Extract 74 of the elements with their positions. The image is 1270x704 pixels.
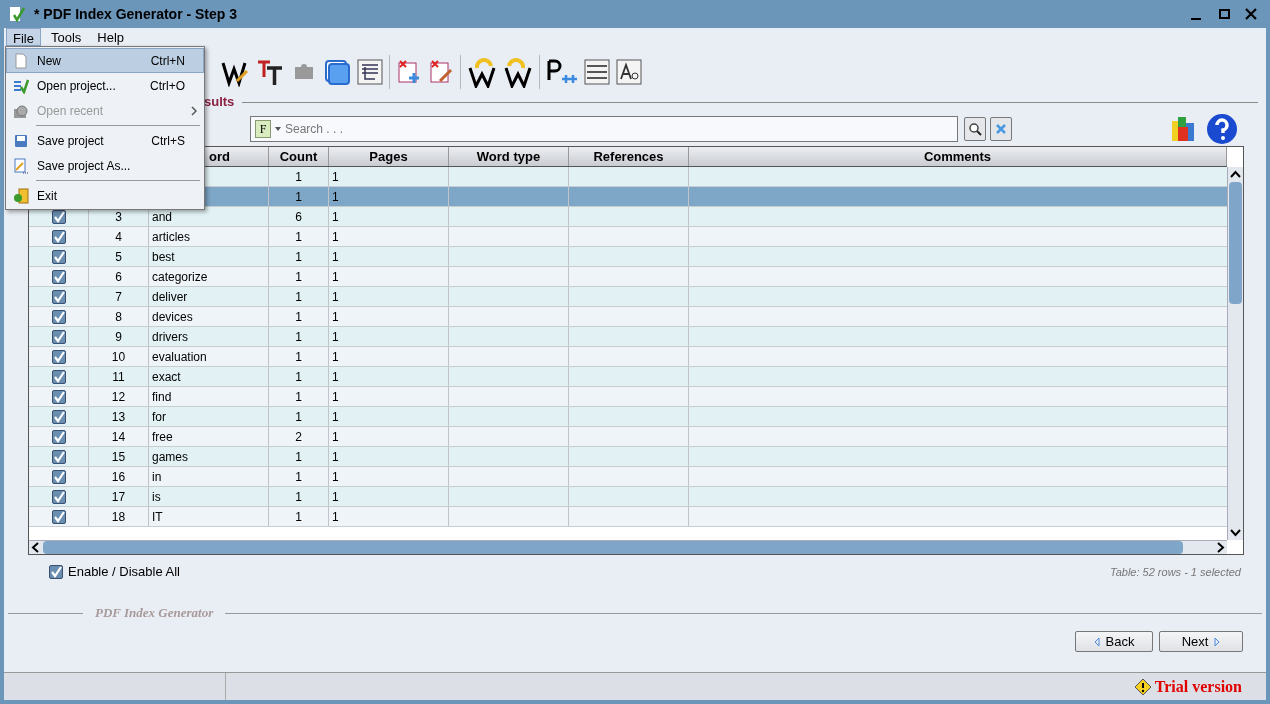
- table-cell-text: 1: [332, 208, 339, 226]
- table-cell-text: 1: [332, 308, 339, 326]
- table-cell-text: 1: [332, 348, 339, 366]
- table-cell-text: 5: [115, 248, 122, 266]
- table-cell-text: 1: [295, 248, 302, 266]
- table-cell-text: 1: [332, 448, 339, 466]
- table-cell-text: 1: [332, 188, 339, 206]
- window-title: * PDF Index Generator - Step 3: [34, 4, 238, 24]
- table-cell-text: exact: [152, 368, 181, 386]
- table-cell-text: is: [152, 488, 161, 506]
- footer-title: PDF Index Generator: [95, 604, 214, 623]
- table-cell-text: deliver: [152, 288, 188, 306]
- table-cell-text: and: [152, 208, 173, 226]
- table-cell-text: 1: [332, 488, 339, 506]
- table-cell-text: 1: [295, 508, 302, 526]
- table-cell-text: free: [152, 428, 173, 446]
- table-cell-text: 10: [111, 348, 126, 366]
- table-cell-text: 4: [115, 228, 122, 246]
- table-cell-text: 6: [115, 268, 122, 286]
- table-cell-text: 1: [332, 508, 339, 526]
- table-cell-text: 1: [332, 368, 339, 386]
- table-cell-text: 1: [332, 228, 339, 246]
- table-cell-text: 17: [111, 488, 126, 506]
- table-cell-text: 1: [332, 168, 339, 186]
- table-cell-text: 1: [332, 388, 339, 406]
- table-cell-text: 1: [295, 488, 302, 506]
- table-cell-text: categorize: [152, 268, 208, 286]
- table-cell-text: 1: [332, 468, 339, 486]
- table-cell-text: 13: [111, 408, 126, 426]
- table-cell-text: 1: [295, 228, 302, 246]
- table-cell-text: drivers: [152, 328, 188, 346]
- table-cell-text: 1: [295, 308, 302, 326]
- table-cell-text: 1: [295, 268, 302, 286]
- trial-version-label: Trial version: [1154, 676, 1242, 697]
- table-cell-text: for: [152, 408, 166, 426]
- table-cell-text: 1: [332, 268, 339, 286]
- table-cell-text: 1: [295, 188, 302, 206]
- table-cell-text: 1: [295, 348, 302, 366]
- table-cell-text: 1: [332, 408, 339, 426]
- table-cell-text: 1: [295, 468, 302, 486]
- table-cell-text: 3: [115, 208, 122, 226]
- table-cell-text: 1: [295, 168, 302, 186]
- table-cell-text: 1: [295, 288, 302, 306]
- table-cell-text: in: [152, 468, 162, 486]
- table-cell-text: articles: [152, 228, 190, 246]
- table-cell-text: 2: [295, 428, 302, 446]
- table-cell-text: 15: [111, 448, 126, 466]
- table-cell-text: find: [152, 388, 172, 406]
- table-cell-text: 6: [295, 208, 302, 226]
- table-status: Table: 52 rows - 1 selected: [1109, 564, 1241, 580]
- table-cell-text: 1: [332, 248, 339, 266]
- checkbox-label: Enable / Disable All: [68, 563, 180, 582]
- table-cell-text: 1: [295, 368, 302, 386]
- section-title: sults: [204, 93, 235, 112]
- table-cell-text: games: [152, 448, 189, 466]
- table-cell-text: 1: [295, 328, 302, 346]
- table-cell-text: 1: [295, 388, 302, 406]
- table-cell-text: 1: [295, 408, 302, 426]
- table-cell-text: 12: [111, 388, 126, 406]
- table-cell-text: 1: [332, 288, 339, 306]
- table-cell-text: 18: [111, 508, 126, 526]
- table-cell-text: 1: [295, 448, 302, 466]
- table-cell-text: 7: [115, 288, 122, 306]
- table-cell-text: 16: [111, 468, 126, 486]
- table-cell-text: 1: [332, 428, 339, 446]
- table-cell-text: evaluation: [152, 348, 207, 366]
- table-cell-text: 8: [115, 308, 122, 326]
- table-cell-text: 9: [115, 328, 122, 346]
- table-cell-text: best: [152, 248, 175, 266]
- table-cell-text: devices: [152, 308, 193, 326]
- table-cell-text: IT: [152, 508, 163, 526]
- table-cell-text: 11: [112, 368, 125, 386]
- table-cell-text: 1: [332, 328, 339, 346]
- table-cell-text: 14: [111, 428, 126, 446]
